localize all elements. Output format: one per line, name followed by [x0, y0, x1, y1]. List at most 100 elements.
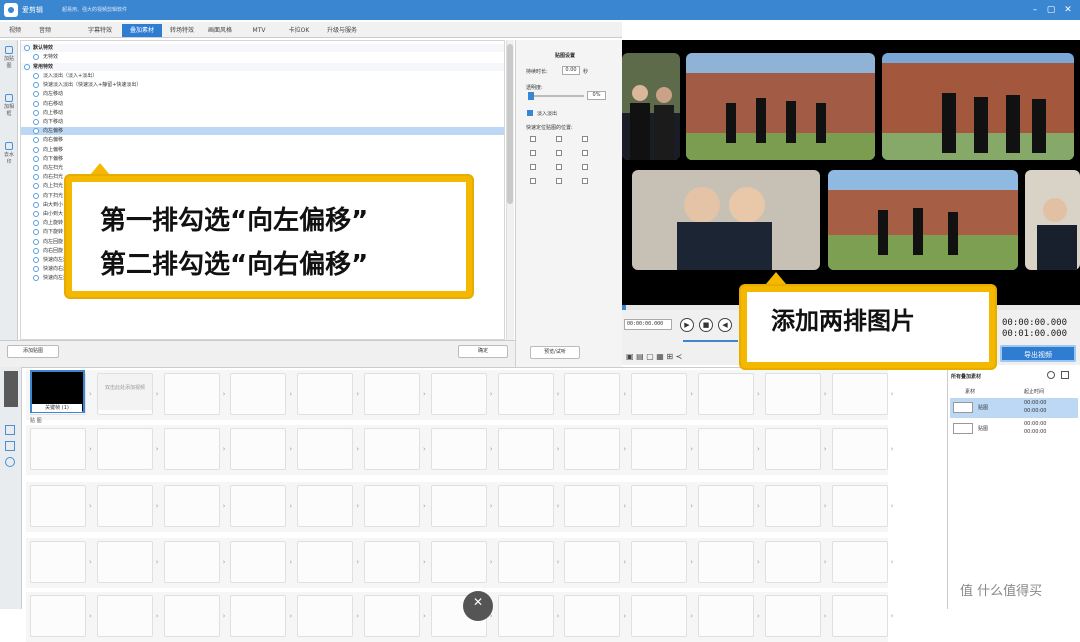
volume-slider[interactable]	[683, 340, 738, 342]
timeline-cell[interactable]	[230, 485, 287, 527]
tab-subtitle[interactable]: 字幕特效	[80, 24, 120, 37]
timeline-cell[interactable]	[564, 485, 621, 527]
add-sticker-button[interactable]: 添加贴图	[7, 345, 59, 358]
timeline-cell[interactable]	[230, 595, 287, 637]
list-item[interactable]: 无特效	[21, 53, 504, 61]
timeline-cell[interactable]	[764, 485, 821, 527]
tab-karaoke[interactable]: 卡拉OK	[280, 24, 318, 37]
play-button[interactable]: ▶	[680, 318, 694, 332]
fade-checkbox[interactable]	[527, 110, 533, 116]
timeline-cell[interactable]	[631, 373, 688, 415]
list-item[interactable]: 向上移动	[21, 109, 504, 117]
timeline-cell[interactable]	[230, 428, 287, 470]
timeline-cell[interactable]	[30, 485, 86, 527]
timeline-cell[interactable]	[764, 428, 821, 470]
position-checkbox[interactable]	[556, 178, 562, 184]
timeline-cell[interactable]	[96, 541, 153, 583]
tab-mtv[interactable]: MTV	[242, 24, 276, 37]
timeline-cell[interactable]	[163, 485, 220, 527]
tab-video[interactable]: 视频	[4, 24, 26, 37]
position-checkbox[interactable]	[530, 164, 536, 170]
timeline-cell[interactable]	[297, 428, 354, 470]
overlay-row-2[interactable]: 贴图 00:00:00 00:00:00	[950, 419, 1078, 439]
timeline-cell[interactable]	[698, 485, 754, 527]
timeline-cell[interactable]	[364, 595, 420, 637]
timeline-cell[interactable]	[698, 373, 754, 415]
timeline-cell[interactable]	[163, 373, 220, 415]
timeline-cell[interactable]	[364, 485, 420, 527]
list-item[interactable]: 向右偏移	[21, 136, 504, 144]
duration-input[interactable]: 0.00	[562, 66, 580, 75]
position-checkbox[interactable]	[530, 136, 536, 142]
timeline-cell[interactable]	[631, 428, 688, 470]
crop-icon[interactable]	[5, 425, 15, 435]
timeline-cell[interactable]	[564, 541, 621, 583]
timeline-cell[interactable]	[96, 485, 153, 527]
timeline-cell[interactable]	[30, 595, 86, 637]
tab-transition[interactable]: 转场特效	[164, 24, 200, 37]
opacity-slider-handle[interactable]	[528, 92, 534, 100]
sidenav-add-frame[interactable]: 加相框	[2, 94, 16, 117]
position-checkbox[interactable]	[582, 150, 588, 156]
timeline-cell[interactable]	[230, 373, 287, 415]
timeline-cell[interactable]	[364, 373, 420, 415]
tab-audio[interactable]: 音频	[30, 24, 60, 37]
position-checkbox[interactable]	[582, 164, 588, 170]
preview-button[interactable]: 预览/试听	[530, 346, 580, 359]
timeline-cell[interactable]	[698, 595, 754, 637]
position-checkbox[interactable]	[530, 178, 536, 184]
confirm-button[interactable]: 确定	[458, 345, 508, 358]
tab-upgrade[interactable]: 升级与服务	[320, 24, 364, 37]
list-scroll-thumb[interactable]	[507, 44, 513, 204]
timeline-cell[interactable]	[163, 541, 220, 583]
timeline-cell[interactable]	[497, 373, 554, 415]
timeline-cell[interactable]	[764, 595, 821, 637]
timeline-cell[interactable]	[430, 373, 487, 415]
timeline-cell[interactable]	[163, 428, 220, 470]
overlay-row-1[interactable]: 贴图 00:00:00 00:00:00	[950, 398, 1078, 418]
effects-group-default[interactable]: 默认特效	[21, 44, 504, 52]
timeline-cell[interactable]	[831, 541, 888, 583]
timeline-cell[interactable]	[631, 595, 688, 637]
list-item[interactable]: 向右移动	[21, 100, 504, 108]
minimize-button[interactable]: –	[1028, 3, 1042, 17]
close-overlay-button[interactable]: ✕	[463, 591, 493, 621]
restore-button[interactable]: ▢	[1044, 3, 1058, 17]
list-item[interactable]: 向上偏移	[21, 146, 504, 154]
position-checkbox[interactable]	[556, 136, 562, 142]
effects-group-common[interactable]: 常用特效	[21, 63, 504, 71]
timeline-cell[interactable]	[497, 428, 554, 470]
timeline-cell[interactable]	[297, 373, 354, 415]
sidenav-add-sticker[interactable]: 加贴图	[2, 46, 16, 69]
timeline-cell[interactable]	[297, 541, 354, 583]
list-item[interactable]: 淡入淡出（淡入+淡出）	[21, 72, 504, 80]
close-button[interactable]: ✕	[1061, 3, 1075, 17]
timeline-cell[interactable]	[764, 541, 821, 583]
timeline-cell[interactable]	[430, 428, 487, 470]
timeline-cell[interactable]	[30, 541, 86, 583]
stop-button[interactable]: ■	[699, 318, 713, 332]
opacity-slider[interactable]	[528, 95, 584, 97]
timeline-cell[interactable]	[831, 373, 888, 415]
export-video-button[interactable]: 导出视频	[1000, 345, 1076, 362]
timeline-cell[interactable]	[230, 541, 287, 583]
list-item[interactable]: 向左偏移	[21, 127, 504, 136]
settings-icon[interactable]	[5, 457, 15, 467]
timeline-cell[interactable]	[96, 595, 153, 637]
timeline-cell[interactable]	[631, 485, 688, 527]
timeline-cell[interactable]	[764, 373, 821, 415]
timeline-cell[interactable]	[831, 428, 888, 470]
position-checkbox[interactable]	[556, 150, 562, 156]
opacity-input[interactable]: 0%	[587, 91, 606, 100]
toolbar-icons[interactable]: ▣ ▤ ▢ ▦ ⊞ ≺	[626, 352, 682, 361]
timeline-cell[interactable]	[698, 428, 754, 470]
tab-style[interactable]: 画面风格	[202, 24, 238, 37]
position-checkbox[interactable]	[582, 178, 588, 184]
timeline-cell[interactable]	[698, 541, 754, 583]
timeline-cell[interactable]	[430, 541, 487, 583]
timeline-cell[interactable]	[30, 428, 86, 470]
timeline-cell[interactable]	[497, 595, 554, 637]
timeline-cell[interactable]	[297, 595, 354, 637]
list-item[interactable]: 向下偏移	[21, 155, 504, 163]
timeline-cell[interactable]	[430, 485, 487, 527]
